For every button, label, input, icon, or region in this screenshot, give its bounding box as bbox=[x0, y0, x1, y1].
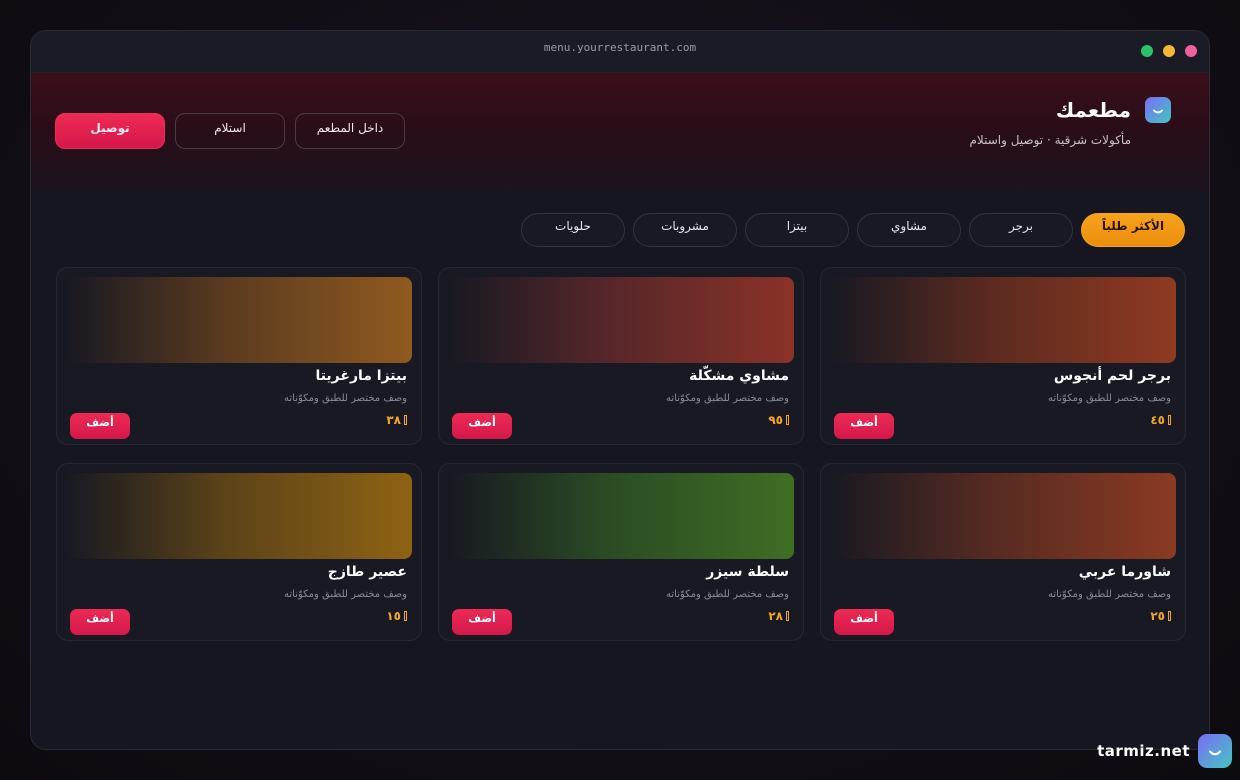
tab-desserts[interactable]: حلويات bbox=[521, 213, 625, 247]
restaurant-name: مطعمك bbox=[1055, 98, 1131, 122]
restaurant-header: مطعمك مأكولات شرقية · توصيل واستلام توصي… bbox=[31, 73, 1209, 193]
smile-icon bbox=[1145, 97, 1171, 123]
menu-item-card[interactable]: بيتزا مارغريتا وصف مختصر للطبق ومكوّناته… bbox=[56, 267, 422, 445]
item-image bbox=[66, 277, 412, 363]
riyal-icon bbox=[1168, 415, 1171, 425]
brand: مطعمك bbox=[1056, 97, 1171, 123]
add-to-cart-button[interactable]: أضف bbox=[70, 413, 130, 439]
mode-delivery-button[interactable]: توصيل bbox=[55, 113, 165, 149]
watermark-text: tarmiz.net bbox=[1097, 742, 1190, 760]
mode-dine-in-button[interactable]: داخل المطعم bbox=[295, 113, 405, 149]
item-description: وصف مختصر للطبق ومكوّناته bbox=[666, 589, 789, 600]
item-price: ٤٥ bbox=[1150, 413, 1171, 427]
item-image bbox=[830, 277, 1176, 363]
menu-item-card[interactable]: شاورما عربي وصف مختصر للطبق ومكوّناته ٢٥… bbox=[820, 463, 1186, 641]
browser-window: menu.yourrestaurant.com مطعمك مأكولات شر… bbox=[30, 30, 1210, 750]
item-image bbox=[830, 473, 1176, 559]
tab-grills[interactable]: مشاوي bbox=[857, 213, 961, 247]
minimize-button[interactable] bbox=[1163, 45, 1175, 57]
watermark: tarmiz.net bbox=[1097, 734, 1232, 768]
item-image bbox=[448, 277, 794, 363]
restaurant-tagline: مأكولات شرقية · توصيل واستلام bbox=[969, 133, 1131, 147]
add-to-cart-button[interactable]: أضف bbox=[452, 609, 512, 635]
item-price: ٣٨ bbox=[386, 413, 407, 427]
close-button[interactable] bbox=[1185, 45, 1197, 57]
add-to-cart-button[interactable]: أضف bbox=[834, 609, 894, 635]
riyal-icon bbox=[786, 611, 789, 621]
item-name: مشاوي مشكّلة bbox=[689, 368, 789, 384]
item-description: وصف مختصر للطبق ومكوّناته bbox=[666, 393, 789, 404]
add-to-cart-button[interactable]: أضف bbox=[834, 413, 894, 439]
item-price: ٩٥ bbox=[768, 413, 789, 427]
tab-burger[interactable]: برجر bbox=[969, 213, 1073, 247]
item-image bbox=[66, 473, 412, 559]
add-to-cart-button[interactable]: أضف bbox=[70, 609, 130, 635]
item-name: سلطة سيزر bbox=[706, 564, 789, 580]
tab-most-ordered[interactable]: الأكثر طلباً bbox=[1081, 213, 1185, 247]
item-name: بيتزا مارغريتا bbox=[315, 368, 407, 384]
tab-pizza[interactable]: بيتزا bbox=[745, 213, 849, 247]
title-bar: menu.yourrestaurant.com bbox=[31, 31, 1209, 73]
item-price: ١٥ bbox=[386, 609, 407, 623]
item-name: برجر لحم أنجوس bbox=[1053, 368, 1171, 384]
item-description: وصف مختصر للطبق ومكوّناته bbox=[284, 589, 407, 600]
address-bar[interactable]: menu.yourrestaurant.com bbox=[31, 41, 1209, 54]
smile-icon bbox=[1198, 734, 1232, 768]
category-tabs: الأكثر طلباً برجر مشاوي بيتزا مشروبات حل… bbox=[521, 213, 1185, 247]
menu-grid: برجر لحم أنجوس وصف مختصر للطبق ومكوّناته… bbox=[55, 267, 1186, 641]
window-controls bbox=[1141, 45, 1197, 57]
item-name: شاورما عربي bbox=[1078, 564, 1171, 580]
riyal-icon bbox=[786, 415, 789, 425]
maximize-button[interactable] bbox=[1141, 45, 1153, 57]
item-description: وصف مختصر للطبق ومكوّناته bbox=[1048, 589, 1171, 600]
add-to-cart-button[interactable]: أضف bbox=[452, 413, 512, 439]
order-mode-selector: توصيل استلام داخل المطعم bbox=[55, 113, 405, 149]
riyal-icon bbox=[404, 415, 407, 425]
tab-drinks[interactable]: مشروبات bbox=[633, 213, 737, 247]
menu-item-card[interactable]: مشاوي مشكّلة وصف مختصر للطبق ومكوّناته ٩… bbox=[438, 267, 804, 445]
item-price: ٢٥ bbox=[1150, 609, 1171, 623]
item-image bbox=[448, 473, 794, 559]
menu-item-card[interactable]: سلطة سيزر وصف مختصر للطبق ومكوّناته ٢٨ أ… bbox=[438, 463, 804, 641]
item-description: وصف مختصر للطبق ومكوّناته bbox=[1048, 393, 1171, 404]
riyal-icon bbox=[1168, 611, 1171, 621]
mode-pickup-button[interactable]: استلام bbox=[175, 113, 285, 149]
item-name: عصير طازج bbox=[327, 564, 407, 580]
menu-item-card[interactable]: عصير طازج وصف مختصر للطبق ومكوّناته ١٥ أ… bbox=[56, 463, 422, 641]
riyal-icon bbox=[404, 611, 407, 621]
item-description: وصف مختصر للطبق ومكوّناته bbox=[284, 393, 407, 404]
item-price: ٢٨ bbox=[768, 609, 789, 623]
menu-item-card[interactable]: برجر لحم أنجوس وصف مختصر للطبق ومكوّناته… bbox=[820, 267, 1186, 445]
